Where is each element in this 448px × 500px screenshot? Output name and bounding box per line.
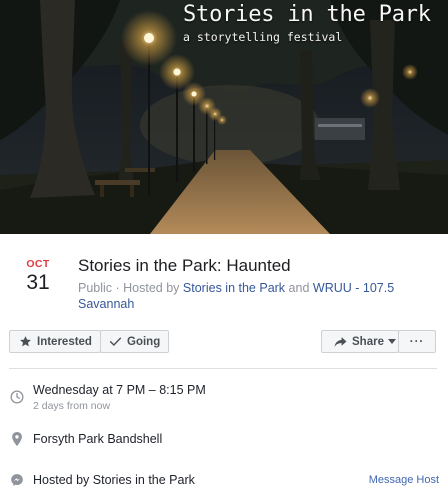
hosted-by-prefix: Hosted by [123,281,180,295]
going-button[interactable]: Going [100,330,169,353]
event-title: Stories in the Park: Haunted [78,256,291,275]
messenger-icon [10,473,24,487]
event-meta: Public · Hosted by Stories in the Park a… [78,281,395,311]
event-month: OCT [26,258,50,270]
interested-label: Interested [37,335,92,348]
event-day: 31 [26,271,50,294]
event-time: Wednesday at 7 PM – 8:15 PM [33,383,206,397]
host-link-1[interactable]: Stories in the Park [183,281,285,295]
more-label: ··· [409,335,425,348]
clock-icon [10,390,24,404]
divider [9,368,437,369]
caret-down-icon [387,338,396,345]
host-and: and [288,281,310,295]
event-date: OCT 31 [18,258,58,295]
interested-button[interactable]: Interested [9,330,101,353]
cover-subtitle: a storytelling festival [183,30,343,44]
share-button[interactable]: Share [321,330,399,353]
event-relative-time: 2 days from now [33,400,111,412]
event-visibility: Public [78,281,113,295]
check-icon [109,335,122,348]
more-options-button[interactable]: ··· [398,330,436,353]
share-label: Share [352,335,384,348]
cover-photo: Stories in the Park a storytelling festi… [0,0,448,234]
going-label: Going [127,335,161,348]
cover-title: Stories in the Park [183,2,431,27]
share-arrow-icon [334,336,347,348]
event-location[interactable]: Forsyth Park Bandshell [33,432,162,446]
event-host: Hosted by Stories in the Park [33,473,195,487]
location-pin-icon [10,432,24,446]
star-icon [19,335,32,348]
message-host-link[interactable]: Message Host [369,474,439,486]
